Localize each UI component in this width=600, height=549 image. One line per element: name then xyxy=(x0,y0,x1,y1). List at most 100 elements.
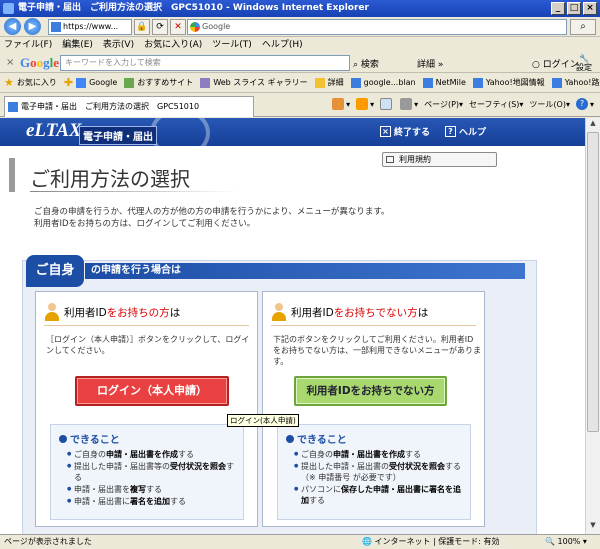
url-input[interactable]: https://www... xyxy=(48,19,132,35)
home-icon xyxy=(332,98,345,110)
close-window-button[interactable]: × xyxy=(583,2,597,15)
scroll-down-icon[interactable]: ▼ xyxy=(588,521,598,533)
menu-view[interactable]: 表示(V) xyxy=(103,37,134,53)
fav-item-yahoo-map[interactable]: Yahoo!地図情報 xyxy=(472,77,545,88)
google-keyword-input[interactable]: キーワードを入力して検索 xyxy=(60,55,350,71)
intro-text: ご自身の申請を行うか、代理人の方が他の方の申請を行うかにより、メニューが異なりま… xyxy=(34,207,390,229)
scroll-thumb[interactable] xyxy=(587,132,599,432)
exit-link[interactable]: × 終了する xyxy=(380,125,430,138)
title-bar: 電子申請・届出 ご利用方法の選択 GPC51010 - Windows Inte… xyxy=(0,0,600,17)
maximize-button[interactable]: □ xyxy=(567,2,581,15)
menu-file[interactable]: ファイル(F) xyxy=(4,37,52,53)
mail-button[interactable] xyxy=(380,98,394,110)
person-icon xyxy=(271,303,287,321)
card-without-id: 利用者ID をお持ちでない方は 下記のボタンをクリックしてご利用ください。利用者I… xyxy=(262,291,485,527)
fav-item-netmile[interactable]: NetMile xyxy=(422,77,466,88)
forward-button[interactable]: ▶ xyxy=(24,18,41,35)
login-button[interactable]: ログイン（本人申請） xyxy=(75,376,229,406)
service-name: 電子申請・届出 xyxy=(79,126,157,145)
capabilities-box: できること ご自身の申請・届出書を作成する 提出した申請・届出書等の受付状況を照… xyxy=(50,424,244,520)
google-favicon xyxy=(76,77,87,88)
fav-item-webslice[interactable]: Web スライス ギャラリー xyxy=(200,77,308,88)
home-button[interactable]: ▾ xyxy=(332,98,350,110)
document-icon xyxy=(386,156,394,163)
fav-item-suggested[interactable]: おすすめサイト xyxy=(124,77,193,88)
zoom-level[interactable]: 🔍 100% ▾ xyxy=(545,535,587,549)
tab-current[interactable]: 電子申請・届出 ご利用方法の選択 GPC51010 xyxy=(4,96,254,117)
list-item: パソコンに保存した申請・届出書に署名を追加する xyxy=(294,484,468,506)
fav-item-details[interactable]: 詳細 xyxy=(314,77,344,88)
bullet-icon xyxy=(59,434,67,443)
title-underline xyxy=(30,191,240,192)
rss-icon xyxy=(356,98,369,110)
add-favorite-icon: ✚ xyxy=(63,76,74,89)
feeds-button[interactable]: ▾ xyxy=(356,98,374,110)
google-icon xyxy=(190,22,200,32)
suggested-icon xyxy=(124,77,135,88)
tab-favicon xyxy=(8,102,18,112)
section-header: ご自身 の申請を行う場合は xyxy=(23,255,536,287)
site-favicon xyxy=(51,22,61,32)
fav-item-google-blan[interactable]: google...blan xyxy=(350,77,416,88)
menu-help[interactable]: ヘルプ(H) xyxy=(262,37,303,53)
section-title: の申請を行う場合は xyxy=(85,263,525,279)
eltax-logo: eLTAX xyxy=(26,120,82,141)
title-accent-bar xyxy=(9,158,15,192)
divider xyxy=(271,325,476,326)
close-toolbar-icon[interactable]: × xyxy=(6,57,14,68)
page-icon xyxy=(472,77,483,88)
tab-bar: 電子申請・届出 ご利用方法の選択 GPC51010 ▾ ▾ ▾ ページ(P) ▾ … xyxy=(0,93,600,117)
safety-menu[interactable]: セーフティ(S) ▾ xyxy=(469,99,523,110)
help-link[interactable]: ? ヘルプ xyxy=(445,125,486,138)
favorites-button[interactable]: ★ お気に入り xyxy=(4,76,57,89)
page-menu[interactable]: ページ(P) ▾ xyxy=(424,99,463,110)
person-icon xyxy=(44,303,60,321)
search-input[interactable]: Google xyxy=(187,19,567,35)
list-item: 提出した申請・届出書の受付状況を照会する（※ 申請番号 が必要です） xyxy=(294,461,468,483)
list-item: ご自身の申請・届出書を作成する xyxy=(294,449,468,460)
mail-icon xyxy=(380,98,393,110)
self-application-section: ご自身 の申請を行う場合は 利用者ID をお持ちの方は ［ログイン（本人申請）］ボ… xyxy=(22,255,537,534)
site-header: eLTAX 電子申請・届出 × 終了する ? ヘルプ xyxy=(0,118,585,158)
google-login-button[interactable]: ○ ログイン xyxy=(532,57,579,70)
terms-button[interactable]: 利用規約 xyxy=(382,152,497,167)
page-icon xyxy=(350,77,361,88)
google-settings-button[interactable]: 🔧 設定 xyxy=(573,54,595,72)
back-button[interactable]: ◀ xyxy=(4,18,21,35)
search-icon[interactable]: ⌕ xyxy=(570,19,596,35)
list-item: ご自身の申請・届出書を作成する xyxy=(67,449,241,460)
folder-icon xyxy=(314,77,325,88)
login-tooltip: ログイン(本人申請) xyxy=(227,414,299,427)
divider xyxy=(44,325,249,326)
menu-tools[interactable]: ツール(T) xyxy=(212,37,252,53)
tools-menu[interactable]: ツール(O) ▾ xyxy=(529,99,570,110)
lock-icon[interactable]: 🔒 xyxy=(134,19,150,35)
google-toolbar: × Google キーワードを入力して検索 ⌕ 検索 詳細 » ○ ログイン 🔧… xyxy=(0,53,600,73)
stop-icon[interactable]: ✕ xyxy=(170,19,186,35)
help-menu[interactable]: ? ▾ xyxy=(575,98,594,110)
print-button[interactable]: ▾ xyxy=(400,98,418,110)
webslice-icon xyxy=(200,77,211,88)
address-bar: ◀ ▶ https://www... 🔒 ⟳ ✕ Google ⌕ xyxy=(0,17,600,37)
capabilities-title: できること xyxy=(286,431,347,446)
menu-favorites[interactable]: お気に入り(A) xyxy=(144,37,202,53)
minimize-button[interactable]: _ xyxy=(551,2,565,15)
list-item: 申請・届出書に署名を追加する xyxy=(67,496,241,507)
browser-window: 電子申請・届出 ご利用方法の選択 GPC51010 - Windows Inte… xyxy=(0,0,600,549)
vertical-scrollbar[interactable]: ▲ ▼ xyxy=(585,118,600,534)
header-swoosh xyxy=(150,118,210,158)
page-icon xyxy=(422,77,433,88)
google-search-button[interactable]: ⌕ 検索 xyxy=(353,57,379,70)
refresh-icon[interactable]: ⟳ xyxy=(152,19,168,35)
no-id-button[interactable]: 利用者IDをお持ちでない方 xyxy=(294,376,447,406)
fav-item-google[interactable]: ✚ Google xyxy=(64,76,117,89)
favorites-bar: ★ お気に入り ✚ Google おすすめサイト Web スライス ギャラリー 詳細… xyxy=(0,73,600,93)
page-icon xyxy=(551,77,562,88)
page-viewport: eLTAX 電子申請・届出 × 終了する ? ヘルプ 利用規約 ご利用方法の選択 ご… xyxy=(0,118,585,534)
window-title: 電子申請・届出 ご利用方法の選択 GPC51010 - Windows Inte… xyxy=(18,3,369,13)
scroll-up-icon[interactable]: ▲ xyxy=(588,119,598,131)
fav-item-yahoo-route[interactable]: Yahoo!路線情報 xyxy=(551,77,600,88)
google-details-button[interactable]: 詳細 » xyxy=(417,57,443,70)
capabilities-title: できること xyxy=(59,431,120,446)
menu-edit[interactable]: 編集(E) xyxy=(62,37,93,53)
